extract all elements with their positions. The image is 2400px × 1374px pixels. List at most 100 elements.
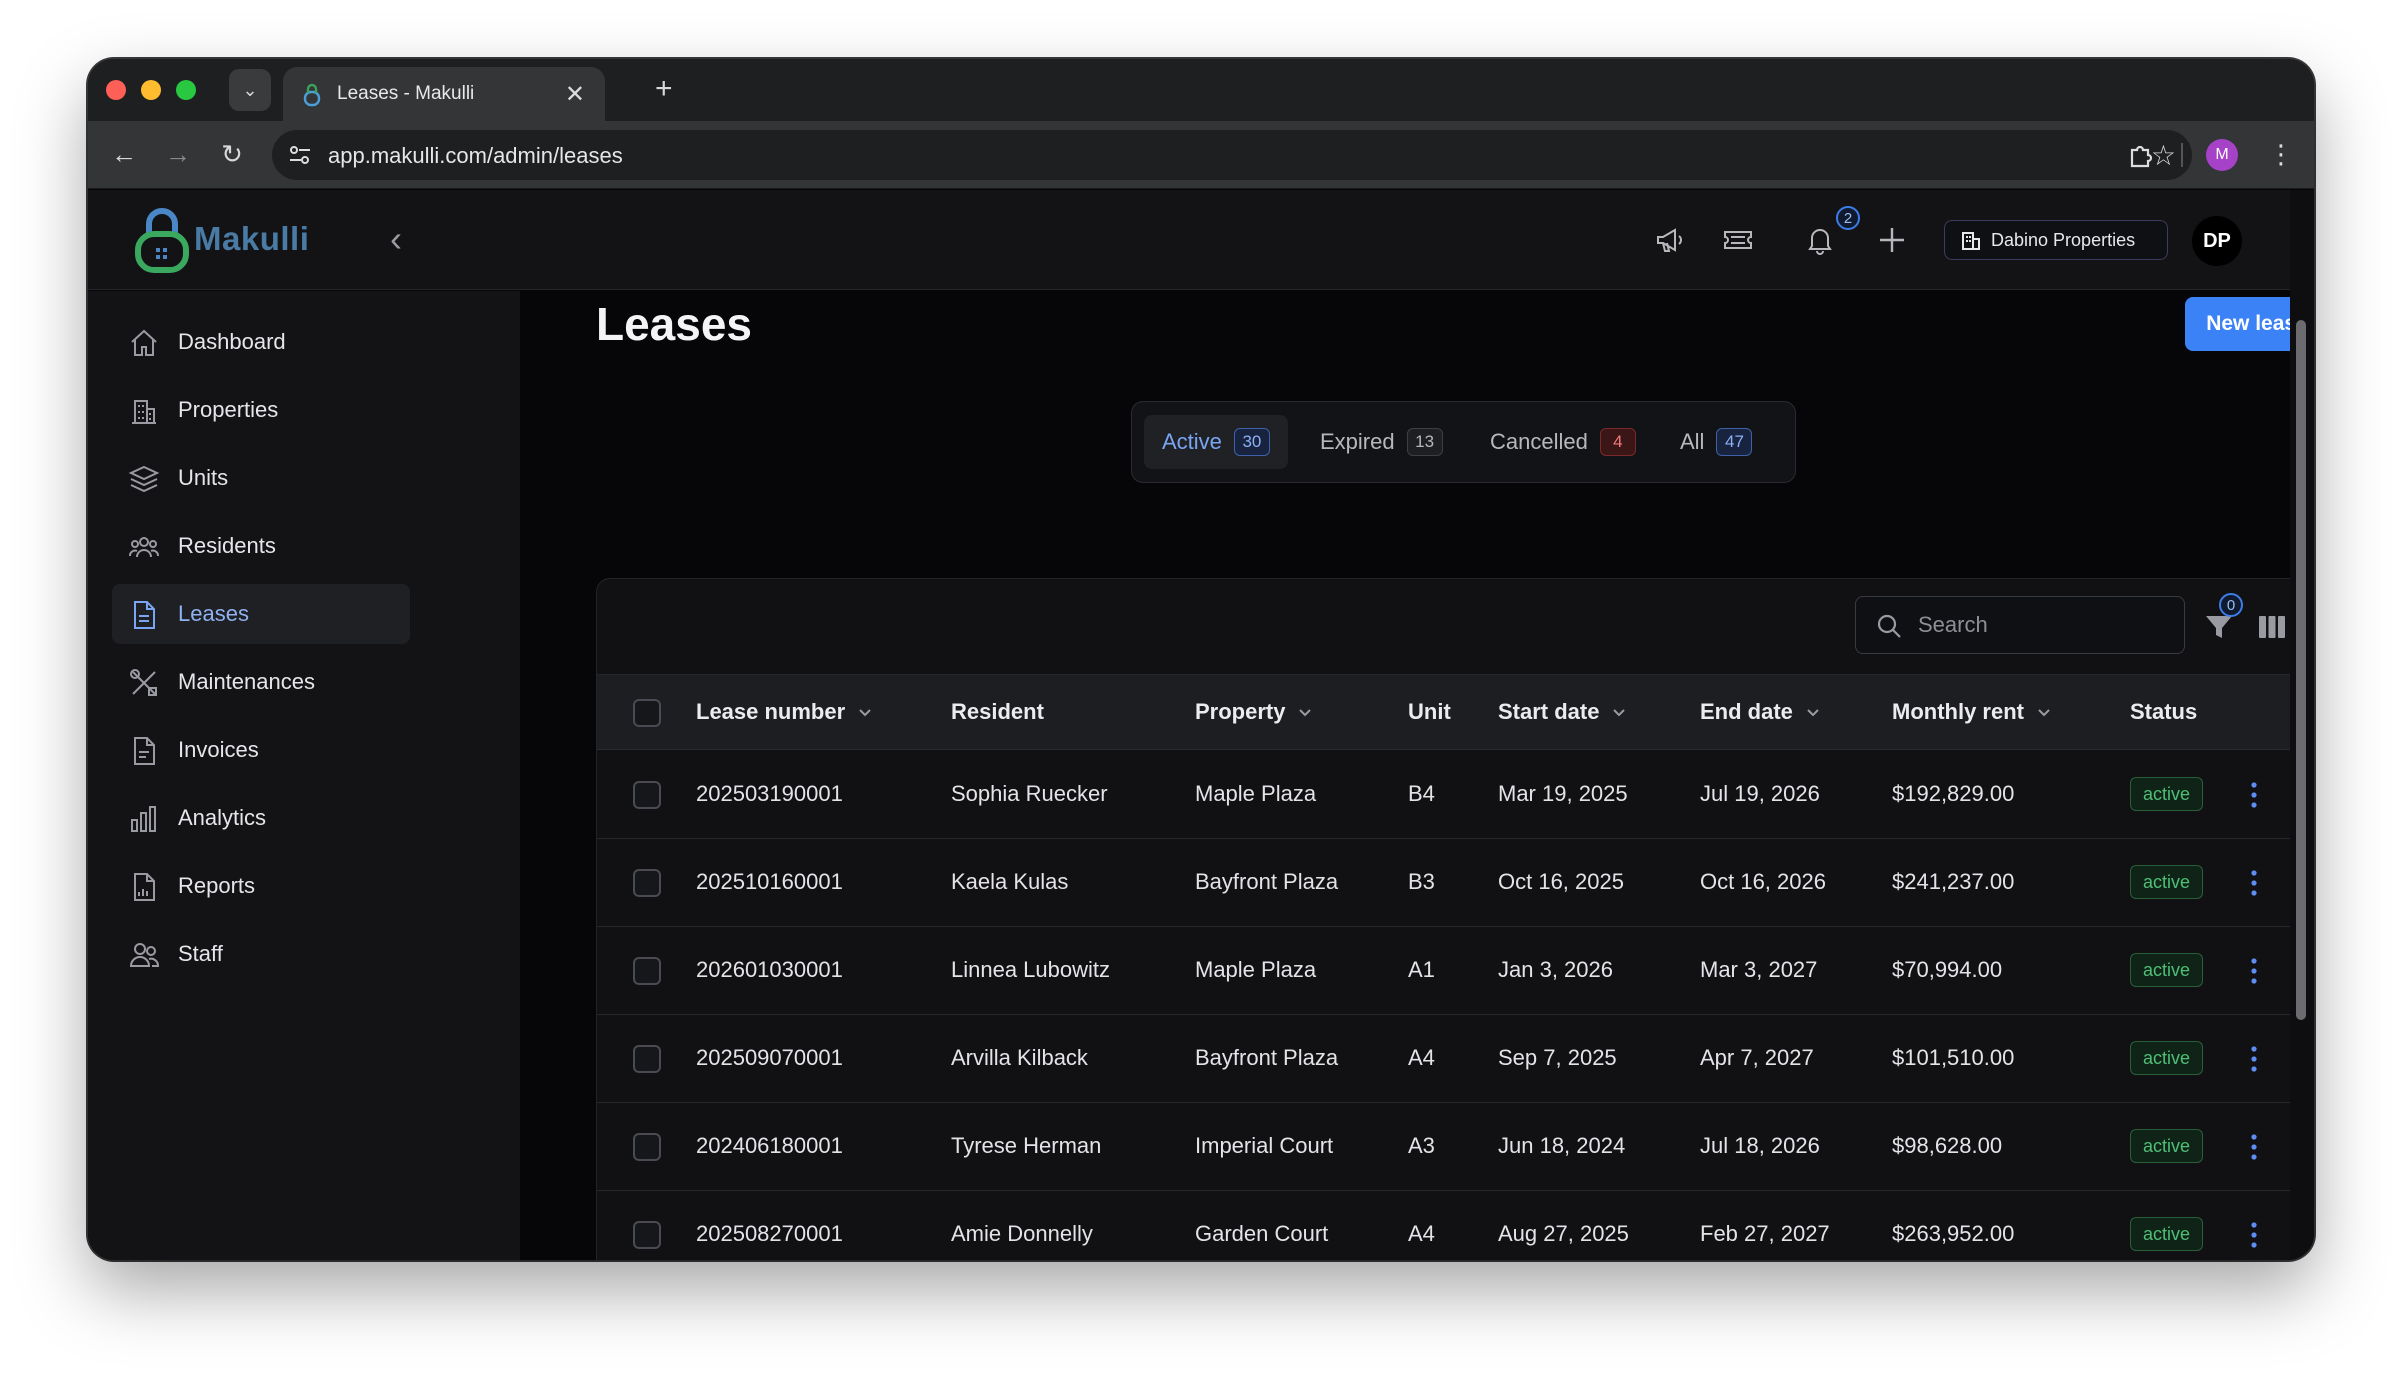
sidebar-item-dashboard[interactable]: Dashboard	[112, 312, 410, 372]
tab-search-button[interactable]: ⌄	[229, 69, 271, 111]
maximize-window-button[interactable]	[176, 80, 196, 100]
search-icon	[1877, 614, 1901, 638]
row-checkbox[interactable]	[633, 781, 661, 809]
status-badge: active	[2130, 865, 2204, 899]
site-settings-icon[interactable]	[288, 144, 312, 166]
cell-monthly-rent: $70,994.00	[1892, 957, 2003, 982]
row-checkbox[interactable]	[633, 869, 661, 897]
table-row[interactable]: 202503190001 Sophia Ruecker Maple Plaza B4 M…	[597, 751, 2290, 839]
sidebar-item-maintenances[interactable]: Maintenances	[112, 652, 410, 712]
column-label: Status	[2130, 699, 2198, 724]
minimize-window-button[interactable]	[141, 80, 161, 100]
tab-cancelled[interactable]: Cancelled 4	[1472, 415, 1654, 469]
megaphone-icon[interactable]	[1654, 224, 1686, 256]
search-input[interactable]: Search	[1855, 596, 2185, 654]
column-header-property[interactable]: Property	[1195, 699, 1313, 725]
report-icon	[134, 873, 155, 901]
sidebar-item-invoices[interactable]: Invoices	[112, 720, 410, 780]
reload-icon[interactable]: ↻	[216, 139, 248, 170]
column-header-end-date[interactable]: End date	[1700, 699, 1821, 725]
notification-badge: 2	[1836, 206, 1860, 230]
ticket-icon[interactable]	[1722, 224, 1754, 256]
sort-chevron-icon	[859, 709, 871, 717]
tab-all[interactable]: All 47	[1662, 415, 1770, 469]
row-checkbox[interactable]	[633, 1133, 661, 1161]
sidebar-item-label: Leases	[178, 601, 249, 626]
row-checkbox[interactable]	[633, 1221, 661, 1249]
document-icon	[134, 601, 155, 629]
page-scrollbar[interactable]	[2290, 190, 2314, 1260]
cell-lease-number: 202509070001	[696, 1045, 843, 1070]
sidebar-item-staff[interactable]: Staff	[112, 924, 410, 984]
table-row[interactable]: 202509070001 Arvilla Kilback Bayfront Plaz…	[597, 1015, 2290, 1103]
row-actions-menu-icon[interactable]	[2242, 1217, 2266, 1253]
cell-lease-number: 202508270001	[696, 1221, 843, 1246]
table-row[interactable]: 202406180001 Tyrese Herman Imperial Court A…	[597, 1103, 2290, 1191]
tab-expired[interactable]: Expired 13	[1302, 415, 1461, 469]
tab-title: Leases - Makulli	[337, 83, 475, 104]
forward-icon[interactable]: →	[162, 139, 194, 170]
url-text: app.makulli.com/admin/leases	[328, 143, 623, 168]
sidebar-item-label: Residents	[178, 533, 276, 558]
new-lease-button[interactable]: New lease	[2185, 297, 2290, 351]
main-content: Leases New lease Active 30 Expired 13 Ca…	[520, 291, 2290, 1260]
company-switcher-button[interactable]: Dabino Properties	[1944, 220, 2168, 260]
cell-unit: A1	[1408, 957, 1435, 982]
cell-end-date: Mar 3, 2027	[1700, 957, 1818, 982]
user-avatar[interactable]: DP	[2192, 216, 2242, 266]
browser-tab[interactable]: Leases - Makulli ✕	[283, 67, 605, 121]
column-header-monthly-rent[interactable]: Monthly rent	[1892, 699, 2052, 725]
column-header-lease-number[interactable]: Lease number	[696, 699, 873, 725]
column-header-start-date[interactable]: Start date	[1498, 699, 1627, 725]
tab-active[interactable]: Active 30	[1144, 415, 1288, 469]
sidebar-item-analytics[interactable]: Analytics	[112, 788, 410, 848]
columns-icon[interactable]	[2257, 613, 2287, 641]
table-row[interactable]: 202508270001 Amie Donnelly Garden Court A4 A…	[597, 1191, 2290, 1260]
notifications-bell-icon[interactable]	[1804, 224, 1836, 256]
scrollbar-thumb[interactable]	[2296, 320, 2306, 1020]
browser-profile-avatar[interactable]: M	[2206, 139, 2238, 171]
sidebar-item-label: Staff	[178, 941, 223, 966]
extensions-icon[interactable]	[2127, 141, 2155, 169]
row-checkbox[interactable]	[633, 957, 661, 985]
browser-menu-icon[interactable]: ⋮	[2268, 139, 2294, 170]
sidebar-item-leases[interactable]: Leases	[112, 584, 410, 644]
row-actions-menu-icon[interactable]	[2242, 953, 2266, 989]
staff-icon	[129, 943, 159, 967]
cell-property: Maple Plaza	[1195, 781, 1317, 806]
collapse-sidebar-icon[interactable]: ‹	[390, 218, 402, 260]
sidebar-item-label: Maintenances	[178, 669, 315, 694]
row-checkbox[interactable]	[633, 1045, 661, 1073]
row-actions-menu-icon[interactable]	[2242, 1129, 2266, 1165]
building-icon	[1962, 232, 1980, 250]
sidebar-item-units[interactable]: Units	[112, 448, 410, 508]
favicon-icon	[303, 83, 321, 107]
tab-count-badge: 4	[1599, 428, 1636, 456]
sidebar-item-label: Reports	[178, 873, 256, 898]
makulli-logo-icon[interactable]	[132, 204, 192, 274]
cell-property: Bayfront Plaza	[1195, 869, 1339, 894]
table-row[interactable]: 202601030001 Linnea Lubowitz Maple Plaza A1…	[597, 927, 2290, 1015]
close-tab-icon[interactable]: ✕	[565, 80, 585, 109]
row-actions-menu-icon[interactable]	[2242, 777, 2266, 813]
plus-icon[interactable]	[1876, 224, 1908, 256]
cell-end-date: Apr 7, 2027	[1700, 1045, 1814, 1070]
column-header-unit: Unit	[1408, 699, 1451, 725]
new-tab-button[interactable]: +	[655, 72, 673, 106]
cell-start-date: Oct 16, 2025	[1498, 869, 1624, 894]
toolbar-divider	[2181, 143, 2183, 167]
sidebar-item-reports[interactable]: Reports	[112, 856, 410, 916]
sidebar-item-residents[interactable]: Residents	[112, 516, 410, 576]
tab-count-badge: 13	[1406, 428, 1443, 456]
cell-unit: A3	[1408, 1133, 1435, 1158]
status-filter-tabs: Active 30 Expired 13 Cancelled 4 All 47	[1131, 401, 1796, 483]
row-actions-menu-icon[interactable]	[2242, 865, 2266, 901]
column-header-status: Status	[2130, 699, 2197, 725]
row-actions-menu-icon[interactable]	[2242, 1041, 2266, 1077]
back-icon[interactable]: ←	[108, 139, 140, 170]
close-window-button[interactable]	[106, 80, 126, 100]
address-bar[interactable]: app.makulli.com/admin/leases ☆	[272, 130, 2192, 180]
sidebar-item-properties[interactable]: Properties	[112, 380, 410, 440]
table-row[interactable]: 202510160001 Kaela Kulas Bayfront Plaza B3 O…	[597, 839, 2290, 927]
select-all-checkbox[interactable]	[633, 699, 661, 727]
